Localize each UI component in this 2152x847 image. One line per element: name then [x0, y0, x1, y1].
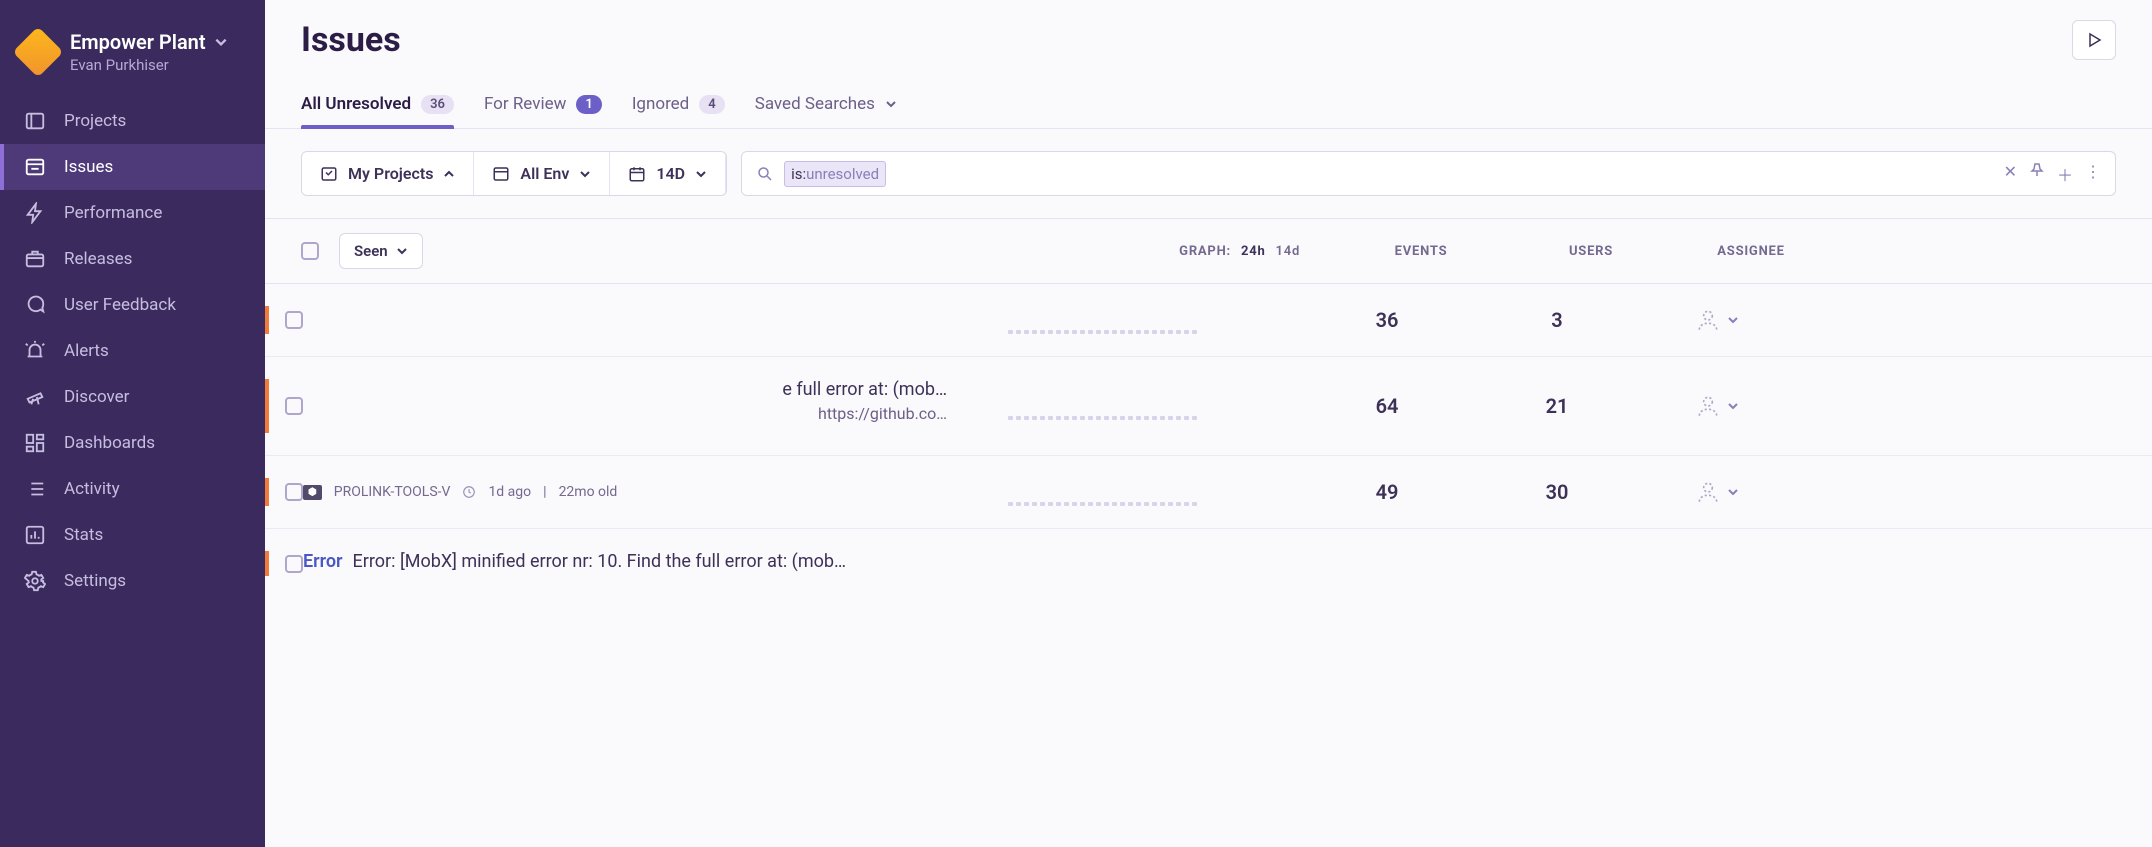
project-short: PROLINK-TOOLS-V	[334, 484, 451, 500]
lightning-icon	[24, 202, 46, 224]
sort-button[interactable]: Seen	[339, 233, 423, 269]
assignee-picker[interactable]	[1637, 307, 1797, 333]
users-count: 3	[1477, 308, 1637, 332]
users-count: 30	[1477, 480, 1637, 504]
tabs: All Unresolved 36 For Review 1 Ignored 4…	[265, 68, 2152, 129]
col-users-label: USERS	[1511, 244, 1671, 259]
badge-ignored: 4	[699, 95, 724, 114]
package-icon	[24, 248, 46, 270]
chevron-down-icon	[1727, 486, 1739, 498]
project-icon	[320, 165, 338, 183]
list-icon	[24, 478, 46, 500]
range-14d[interactable]: 14d	[1276, 244, 1301, 259]
projects-icon	[24, 110, 46, 132]
nav-stats[interactable]: Stats	[0, 512, 265, 558]
project-chip: ⬢	[303, 485, 322, 500]
issues-icon	[24, 156, 46, 178]
chevron-down-icon	[396, 245, 408, 257]
nav-issues[interactable]: Issues	[0, 144, 265, 190]
chevron-down-icon	[1727, 314, 1739, 326]
org-user: Evan Purkhiser	[70, 56, 228, 74]
project-filter[interactable]: My Projects	[302, 152, 474, 195]
feedback-icon	[24, 294, 46, 316]
events-count: 49	[1297, 480, 1477, 504]
sidebar: Empower Plant Evan Purkhiser Projects Is…	[0, 0, 265, 847]
nav-user-feedback[interactable]: User Feedback	[0, 282, 265, 328]
badge-review: 1	[576, 95, 601, 114]
row-checkbox[interactable]	[285, 397, 303, 415]
window-icon	[492, 165, 510, 183]
play-icon	[2086, 32, 2102, 48]
select-all-checkbox[interactable]	[301, 242, 319, 260]
row-checkbox[interactable]	[285, 555, 303, 573]
telescope-icon	[24, 386, 46, 408]
chevron-up-icon	[443, 168, 455, 180]
col-events-label: EVENTS	[1331, 244, 1511, 259]
avatar-empty-icon	[1695, 479, 1721, 505]
tab-for-review[interactable]: For Review 1	[484, 80, 602, 128]
nav-projects[interactable]: Projects	[0, 98, 265, 144]
nav-activity[interactable]: Activity	[0, 466, 265, 512]
play-button[interactable]	[2072, 20, 2116, 60]
search-input[interactable]	[896, 164, 1993, 183]
chevron-down-icon	[579, 168, 591, 180]
chevron-down-icon	[885, 98, 897, 110]
page-title: Issues	[301, 20, 401, 60]
table-row[interactable]: e full error at: (mob… https://github.co…	[265, 357, 2152, 456]
badge-unresolved: 36	[421, 95, 454, 114]
siren-icon	[24, 340, 46, 362]
users-count: 21	[1477, 394, 1637, 418]
calendar-icon	[628, 165, 646, 183]
tab-saved-searches[interactable]: Saved Searches	[755, 80, 897, 128]
filter-group: My Projects All Env 14D prolink	[301, 151, 727, 196]
sparkline	[947, 478, 1207, 506]
events-count: 64	[1297, 394, 1477, 418]
assignee-picker[interactable]	[1637, 479, 1797, 505]
nav-releases[interactable]: Releases	[0, 236, 265, 282]
chevron-down-icon	[695, 168, 707, 180]
tab-ignored[interactable]: Ignored 4	[632, 80, 725, 128]
assignee-picker[interactable]	[1637, 393, 1797, 419]
avatar-empty-icon	[1695, 393, 1721, 419]
clock-icon	[462, 485, 476, 499]
range-filter[interactable]: 14D	[610, 152, 726, 195]
col-assignee-label: ASSIGNEE	[1671, 244, 1831, 259]
col-graph-label: GRAPH:	[981, 244, 1241, 259]
nav-alerts[interactable]: Alerts	[0, 328, 265, 374]
issue-error-type[interactable]: Error	[303, 551, 343, 572]
dashboard-icon	[24, 432, 46, 454]
gear-icon	[24, 570, 46, 592]
nav-dashboards[interactable]: Dashboards	[0, 420, 265, 466]
avatar-empty-icon	[1695, 307, 1721, 333]
sparkline	[947, 392, 1207, 420]
table-row[interactable]: ⬢ PROLINK-TOOLS-V 1d ago | 22mo old 49 3…	[265, 456, 2152, 529]
search-icon	[756, 165, 774, 183]
chevron-down-icon	[1727, 400, 1739, 412]
nav-discover[interactable]: Discover	[0, 374, 265, 420]
add-icon[interactable]: ＋	[2057, 162, 2073, 186]
range-24h[interactable]: 24h	[1241, 244, 1266, 259]
row-checkbox[interactable]	[285, 311, 303, 329]
bar-chart-icon	[24, 524, 46, 546]
org-selector[interactable]: Empower Plant Evan Purkhiser	[0, 20, 265, 98]
clear-search-icon[interactable]: ✕	[2004, 162, 2017, 186]
nav-performance[interactable]: Performance	[0, 190, 265, 236]
nav-settings[interactable]: Settings	[0, 558, 265, 604]
chevron-down-icon	[214, 35, 228, 49]
table-row[interactable]: Error Error: [MobX] minified error nr: 1…	[265, 529, 2152, 598]
env-filter[interactable]: All Env	[474, 152, 610, 195]
search-token[interactable]: is:unresolved	[784, 161, 886, 187]
events-count: 36	[1297, 308, 1477, 332]
tab-all-unresolved[interactable]: All Unresolved 36	[301, 80, 454, 128]
org-name: Empower Plant	[70, 30, 206, 54]
row-checkbox[interactable]	[285, 483, 303, 501]
search-bar[interactable]: is:unresolved ✕ ＋ ⋮	[741, 151, 2116, 196]
table-header: Seen GRAPH: 24h 14d EVENTS USERS ASSIGNE…	[265, 218, 2152, 284]
table-row[interactable]: 36 3	[265, 284, 2152, 357]
org-logo-icon	[13, 27, 64, 78]
pin-icon[interactable]	[2029, 162, 2045, 186]
more-icon[interactable]: ⋮	[2085, 162, 2101, 186]
sparkline	[947, 306, 1207, 334]
